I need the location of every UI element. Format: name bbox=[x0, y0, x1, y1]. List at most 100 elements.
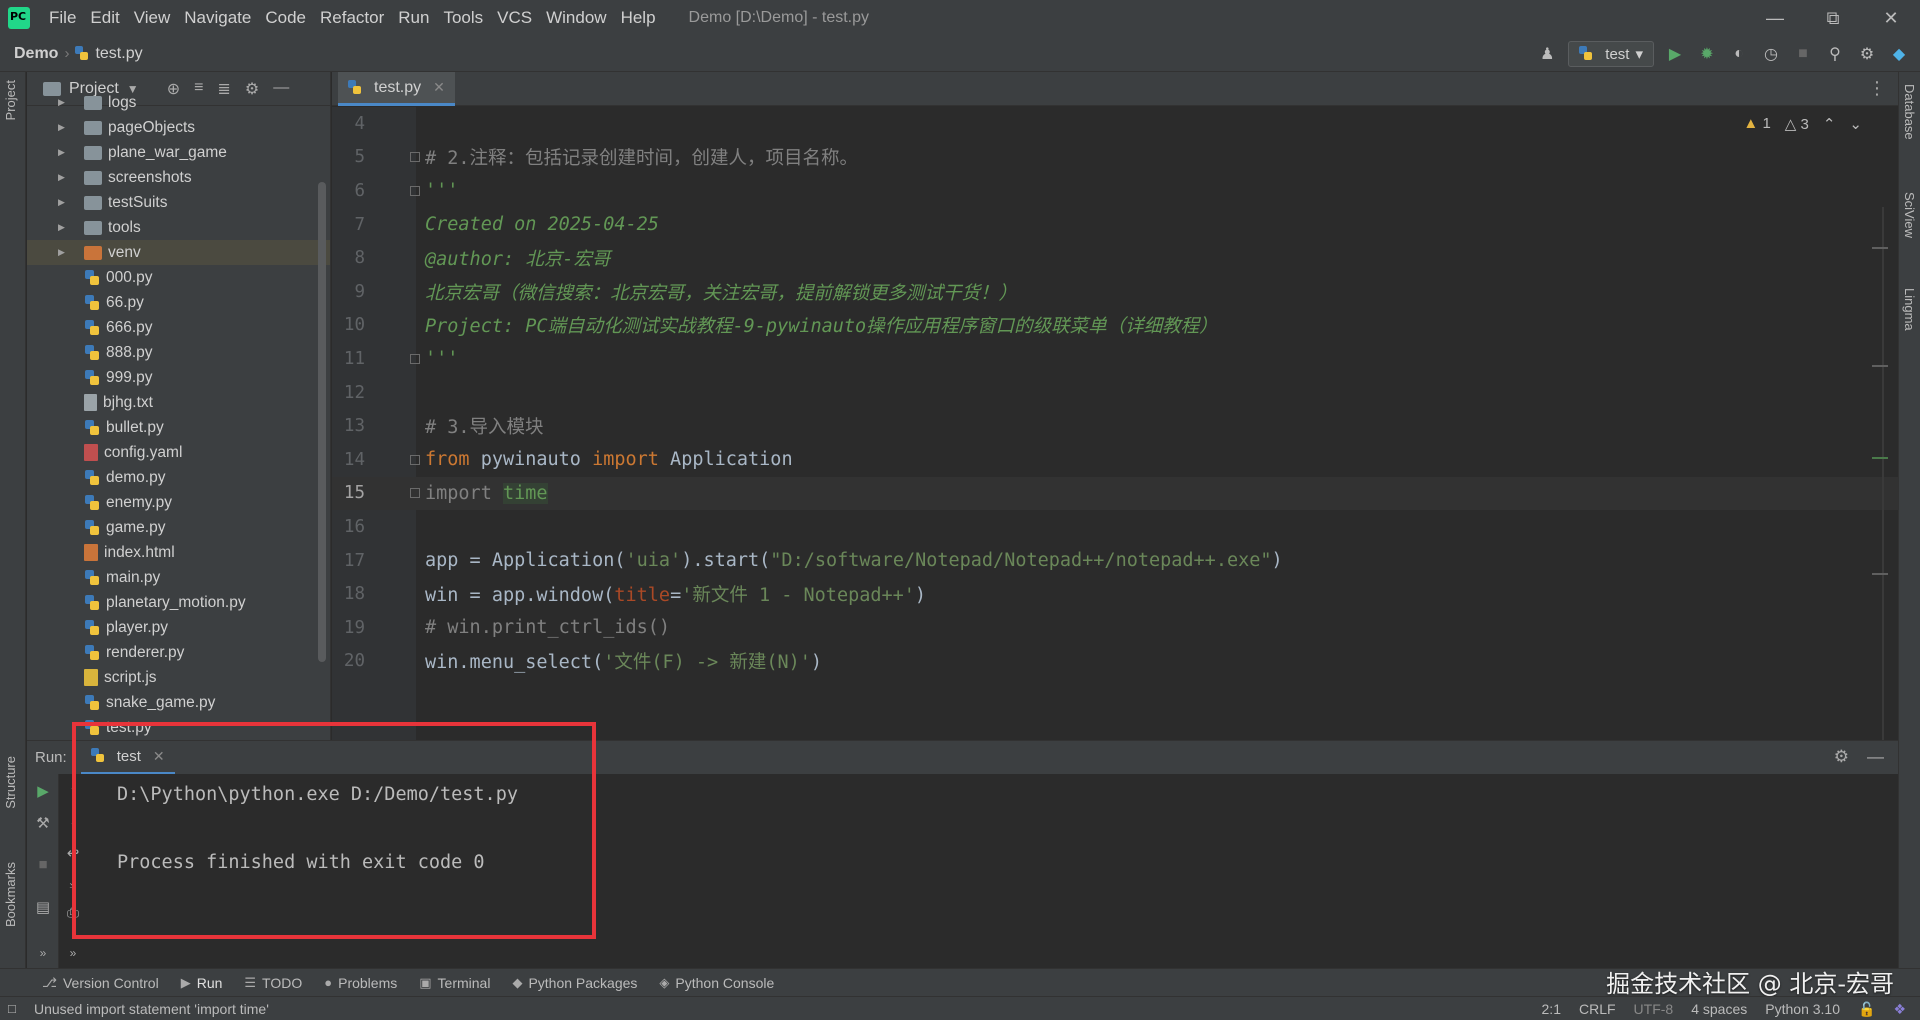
gear-icon[interactable]: ⚙ bbox=[1856, 43, 1878, 65]
notifications-icon[interactable]: ❖ bbox=[1893, 1001, 1906, 1018]
lock-icon[interactable]: 🔓 bbox=[1858, 1001, 1875, 1018]
ai-assistant-icon[interactable]: ◆ bbox=[1888, 43, 1910, 65]
structure-tool-tab[interactable]: Structure bbox=[3, 756, 18, 809]
menu-file[interactable]: File bbox=[42, 0, 83, 36]
tree-file-item[interactable]: 66.py bbox=[27, 290, 330, 315]
chevron-right-icon[interactable]: ▶ bbox=[58, 197, 72, 208]
menu-navigate[interactable]: Navigate bbox=[177, 0, 258, 36]
more-icon[interactable]: » bbox=[64, 946, 82, 960]
chevron-right-icon[interactable]: ▶ bbox=[58, 122, 72, 133]
breadcrumb-file[interactable]: test.py bbox=[75, 45, 143, 63]
menu-view[interactable]: View bbox=[127, 0, 178, 36]
line-separator[interactable]: CRLF bbox=[1579, 1001, 1616, 1017]
tool-tab-python-console[interactable]: ◈ Python Console bbox=[659, 975, 774, 991]
minimize-button[interactable]: — bbox=[1746, 0, 1804, 36]
chevron-right-icon[interactable]: ▶ bbox=[58, 147, 72, 158]
fold-icon[interactable] bbox=[410, 488, 420, 499]
tree-folder-tools[interactable]: ▶ tools bbox=[27, 215, 330, 240]
hide-panel-icon[interactable]: — bbox=[1867, 747, 1884, 767]
tree-folder-logs[interactable]: ▶ logs bbox=[27, 90, 330, 115]
bookmarks-tool-tab[interactable]: Bookmarks bbox=[3, 862, 18, 927]
tree-file-item[interactable]: bjhg.txt bbox=[27, 390, 330, 415]
tree-file-item[interactable]: demo.py bbox=[27, 465, 330, 490]
fold-icon[interactable] bbox=[410, 454, 420, 465]
tool-tab-todo[interactable]: ☰ TODO bbox=[244, 975, 302, 991]
chevron-right-icon[interactable]: ▶ bbox=[58, 97, 72, 108]
chevron-right-icon[interactable]: ▶ bbox=[58, 172, 72, 183]
tree-file-item[interactable]: 999.py bbox=[27, 365, 330, 390]
tree-file-item[interactable]: script.js bbox=[27, 665, 330, 690]
tree-folder-testSuits[interactable]: ▶ testSuits bbox=[27, 190, 330, 215]
tool-tab-python-packages[interactable]: ◆ Python Packages bbox=[512, 975, 637, 991]
tree-folder-pageObjects[interactable]: ▶ pageObjects bbox=[27, 115, 330, 140]
tree-file-item[interactable]: config.yaml bbox=[27, 440, 330, 465]
stop-icon[interactable]: ■ bbox=[34, 856, 52, 873]
menu-edit[interactable]: Edit bbox=[83, 0, 126, 36]
caret-position[interactable]: 2:1 bbox=[1542, 1001, 1561, 1017]
tool-tab-terminal[interactable]: ▣ Terminal bbox=[419, 975, 490, 991]
tab-test-py[interactable]: test.py ✕ bbox=[338, 72, 455, 106]
tree-file-item[interactable]: 666.py bbox=[27, 315, 330, 340]
tree-file-item[interactable]: enemy.py bbox=[27, 490, 330, 515]
menu-code[interactable]: Code bbox=[258, 0, 313, 36]
debug-icon[interactable]: ✹ bbox=[1696, 43, 1718, 65]
tool-tab-problems[interactable]: ● Problems bbox=[324, 975, 397, 991]
stop-icon[interactable]: ■ bbox=[1792, 43, 1814, 65]
project-tool-tab[interactable]: Project bbox=[3, 80, 18, 120]
chevron-right-icon[interactable]: ▶ bbox=[58, 222, 72, 233]
sciview-tool-tab[interactable]: SciView bbox=[1902, 192, 1917, 238]
close-icon[interactable]: ✕ bbox=[433, 79, 445, 96]
tree-file-item[interactable]: planetary_motion.py bbox=[27, 590, 330, 615]
tree-folder-venv[interactable]: ▶ venv bbox=[27, 240, 330, 265]
code-editor[interactable]: 4 5 # 2.注释：包括记录创建时间，创建人，项目名称。 6 ''' 7 Created … bbox=[332, 107, 1898, 740]
menu-run[interactable]: Run bbox=[391, 0, 436, 36]
tree-file-item[interactable]: game.py bbox=[27, 515, 330, 540]
breadcrumb-project[interactable]: Demo bbox=[14, 45, 58, 63]
restore-button[interactable]: ⧉ bbox=[1804, 0, 1862, 36]
fold-icon[interactable] bbox=[410, 152, 420, 163]
editor-scrollbar[interactable] bbox=[1882, 207, 1884, 740]
menu-window[interactable]: Window bbox=[539, 0, 613, 36]
tree-folder-plane_war_game[interactable]: ▶ plane_war_game bbox=[27, 140, 330, 165]
profile-icon[interactable]: ◷ bbox=[1760, 43, 1782, 65]
file-encoding[interactable]: UTF-8 bbox=[1634, 1001, 1674, 1017]
database-tool-tab[interactable]: Database bbox=[1902, 84, 1917, 140]
layout-icon[interactable]: ▤ bbox=[34, 898, 52, 916]
run-icon[interactable]: ▶ bbox=[1664, 43, 1686, 65]
rerun-icon[interactable]: ▶ bbox=[34, 782, 52, 800]
fold-icon[interactable] bbox=[410, 353, 420, 364]
warning-count[interactable]: ▲ 1 bbox=[1743, 115, 1770, 133]
coverage-icon[interactable]: ◐ bbox=[1728, 43, 1750, 65]
chevron-right-icon[interactable]: ▶ bbox=[58, 247, 72, 258]
fold-icon[interactable] bbox=[410, 185, 420, 196]
tree-file-item[interactable]: 000.py bbox=[27, 265, 330, 290]
chevron-down-icon[interactable]: ⌄ bbox=[1849, 115, 1862, 133]
gear-icon[interactable]: ⚙ bbox=[1834, 747, 1849, 767]
tool-tab-run[interactable]: ▶ Run bbox=[181, 975, 223, 991]
tool-tab-version-control[interactable]: ⎇ Version Control bbox=[42, 975, 159, 991]
menu-help[interactable]: Help bbox=[614, 0, 663, 36]
close-window-button[interactable]: ✕ bbox=[1862, 0, 1920, 36]
chevron-up-icon[interactable]: ⌃ bbox=[1823, 115, 1836, 133]
indent-setting[interactable]: 4 spaces bbox=[1691, 1001, 1747, 1017]
tree-file-item[interactable]: index.html bbox=[27, 540, 330, 565]
inspection-indicators[interactable]: ▲ 1 △ 3 ⌃ ⌄ bbox=[1743, 115, 1862, 133]
tree-file-item[interactable]: main.py bbox=[27, 565, 330, 590]
tree-file-item[interactable]: renderer.py bbox=[27, 640, 330, 665]
project-scrollbar[interactable] bbox=[318, 182, 326, 662]
tree-file-item[interactable]: snake_game.py bbox=[27, 690, 330, 715]
tree-file-item[interactable]: 888.py bbox=[27, 340, 330, 365]
weak-warning-count[interactable]: △ 3 bbox=[1785, 115, 1809, 133]
more-tabs-icon[interactable]: ⋮ bbox=[1868, 78, 1886, 99]
tree-folder-screenshots[interactable]: ▶ screenshots bbox=[27, 165, 330, 190]
more-icon[interactable]: » bbox=[34, 946, 52, 960]
tree-file-item[interactable]: bullet.py bbox=[27, 415, 330, 440]
status-toggle-icon[interactable]: □ bbox=[8, 1001, 16, 1016]
tree-file-item[interactable]: player.py bbox=[27, 615, 330, 640]
wrench-icon[interactable]: ⚒ bbox=[34, 814, 52, 832]
search-icon[interactable]: ⚲ bbox=[1824, 43, 1846, 65]
menu-refactor[interactable]: Refactor bbox=[313, 0, 391, 36]
run-configuration-select[interactable]: test ▾ bbox=[1568, 41, 1654, 67]
python-interpreter[interactable]: Python 3.10 bbox=[1765, 1001, 1840, 1017]
user-icon[interactable]: ♟ bbox=[1536, 43, 1558, 65]
